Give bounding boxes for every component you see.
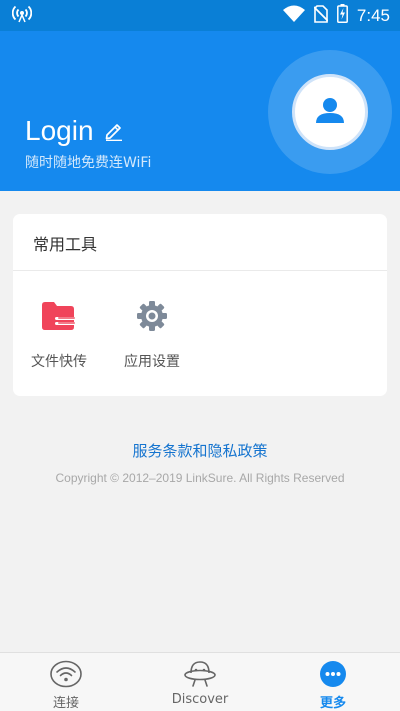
login-title[interactable]: Login [25, 115, 94, 147]
avatar[interactable] [292, 74, 368, 150]
nav-tab-more[interactable]: 更多 [283, 653, 383, 711]
wifi-icon [282, 5, 305, 26]
tool-label: 应用设置 [124, 354, 180, 370]
folder-transfer-icon [42, 298, 76, 334]
login-row[interactable]: Login [25, 115, 124, 147]
nav-label: 连接 [52, 696, 79, 711]
gear-icon [136, 298, 168, 334]
edit-icon[interactable] [104, 121, 124, 141]
status-bar: 7:45 [0, 0, 400, 31]
login-subtitle: 随时随地免费连WiFi [25, 155, 152, 171]
no-sim-icon [313, 4, 329, 27]
status-time: 7:45 [356, 5, 390, 25]
bottom-nav: 连接 Discover 更多 [0, 652, 400, 711]
tools-card: 常用工具 文件快传 应用设置 [13, 214, 387, 396]
battery-charging-icon [336, 4, 348, 27]
ufo-icon [183, 660, 217, 688]
nav-label: Discover [171, 692, 229, 707]
wifi-connect-icon [50, 660, 82, 688]
tool-app-settings[interactable]: 应用设置 [107, 298, 197, 372]
divider [13, 270, 387, 271]
copyright-text: Copyright © 2012–2019 LinkSure. All Righ… [55, 471, 345, 485]
tool-label: 文件快传 [31, 354, 87, 370]
tools-card-title: 常用工具 [33, 235, 98, 254]
more-dots-icon [319, 660, 347, 688]
nav-label: 更多 [319, 696, 346, 711]
tool-file-transfer[interactable]: 文件快传 [14, 298, 104, 372]
terms-privacy-link[interactable]: 服务条款和隐私政策 [0, 440, 400, 461]
account-header: Login 随时随地免费连WiFi [0, 31, 400, 191]
avatar-icon [316, 97, 344, 127]
hotspot-icon [11, 5, 33, 27]
nav-tab-discover[interactable]: Discover [150, 653, 250, 711]
nav-tab-connect[interactable]: 连接 [16, 653, 116, 711]
